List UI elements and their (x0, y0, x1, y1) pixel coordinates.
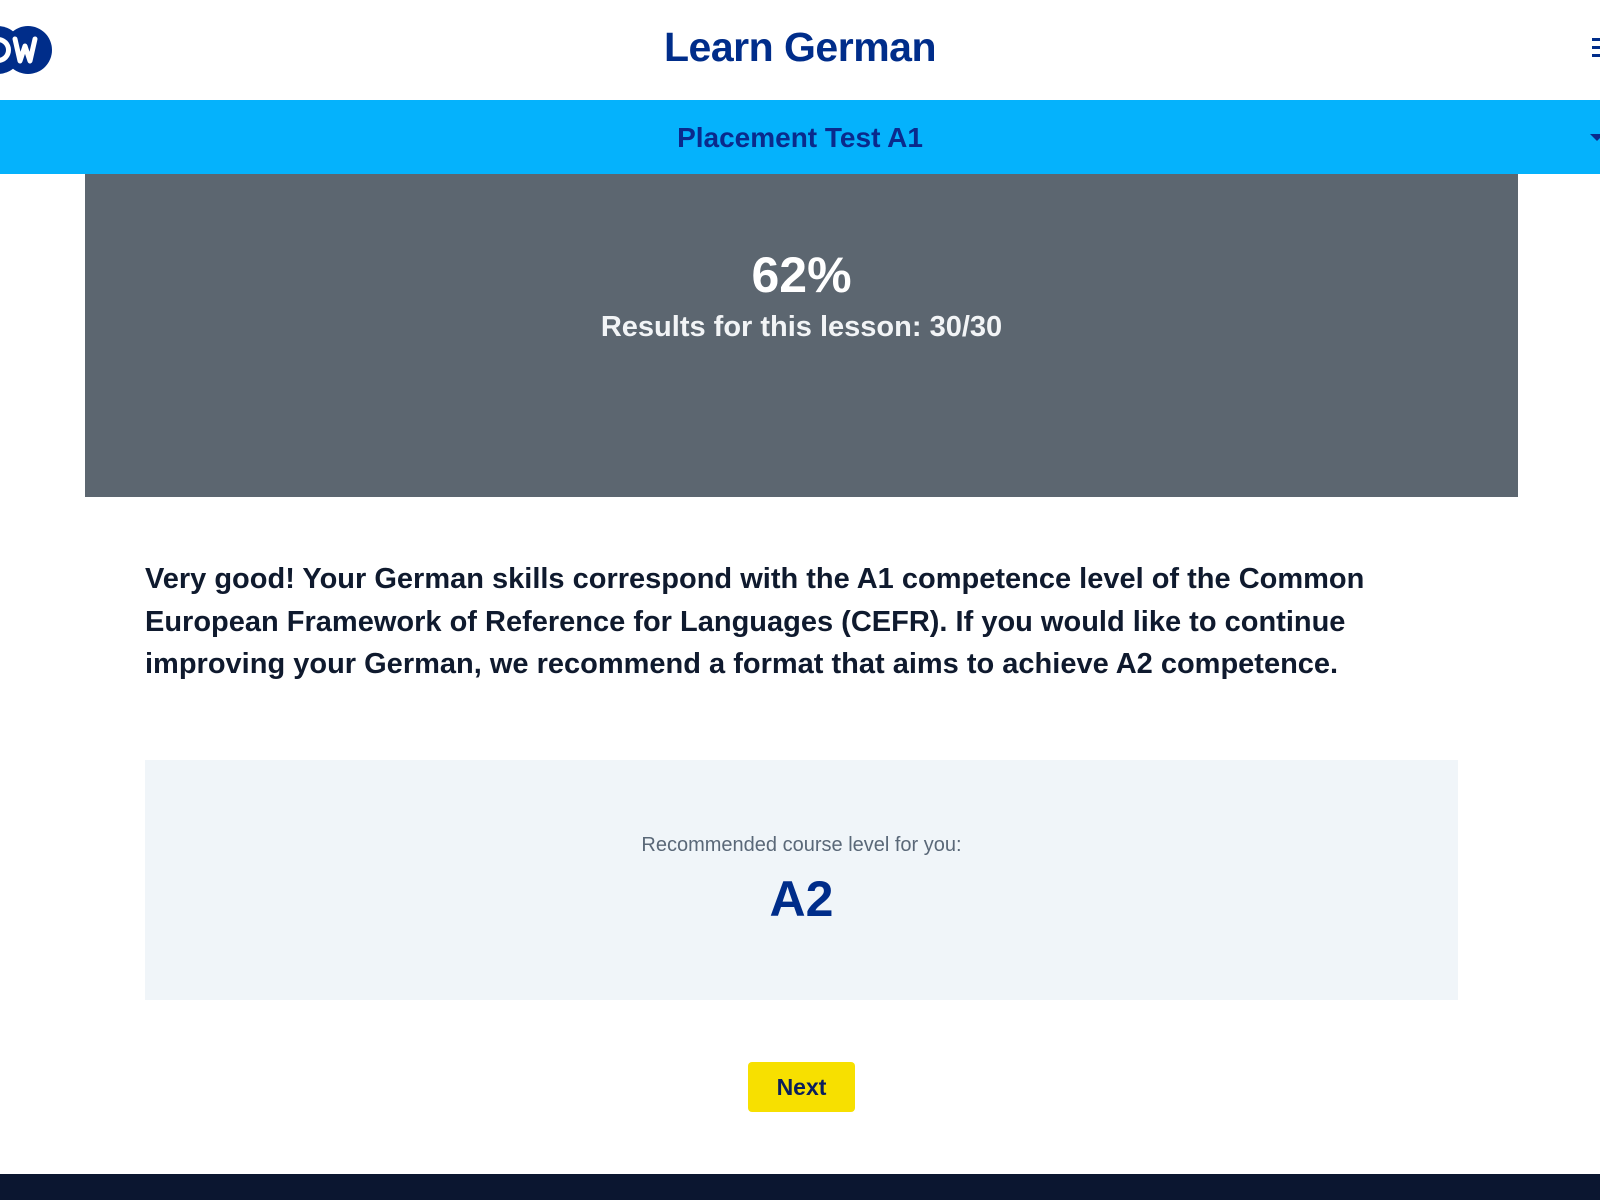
footer (0, 1174, 1600, 1200)
lesson-results-text: Results for this lesson: 30/30 (600, 311, 1003, 343)
recommendation-box: Recommended course level for you: A2 (145, 760, 1458, 1000)
next-button[interactable]: Next (748, 1062, 855, 1112)
page: DW Learn German Placement Test A1 62% Re… (0, 0, 1600, 1200)
score-percentage: 62% (751, 247, 852, 303)
feedback-paragraph: Very good! Your German skills correspond… (145, 563, 1365, 680)
placement-test-bar: Placement Test A1 (0, 100, 1600, 174)
results-panel: 62% Results for this lesson: 30/30 (85, 174, 1518, 497)
page-title: Learn German (664, 24, 937, 70)
top-header: DW Learn German (0, 0, 1600, 100)
recommendation-label: Recommended course level for you: (641, 834, 962, 856)
hamburger-menu-icon[interactable] (1592, 38, 1600, 62)
chevron-down-icon[interactable] (1590, 134, 1600, 141)
recommended-level: A2 (769, 871, 834, 927)
placement-test-title: Placement Test A1 (677, 122, 923, 153)
